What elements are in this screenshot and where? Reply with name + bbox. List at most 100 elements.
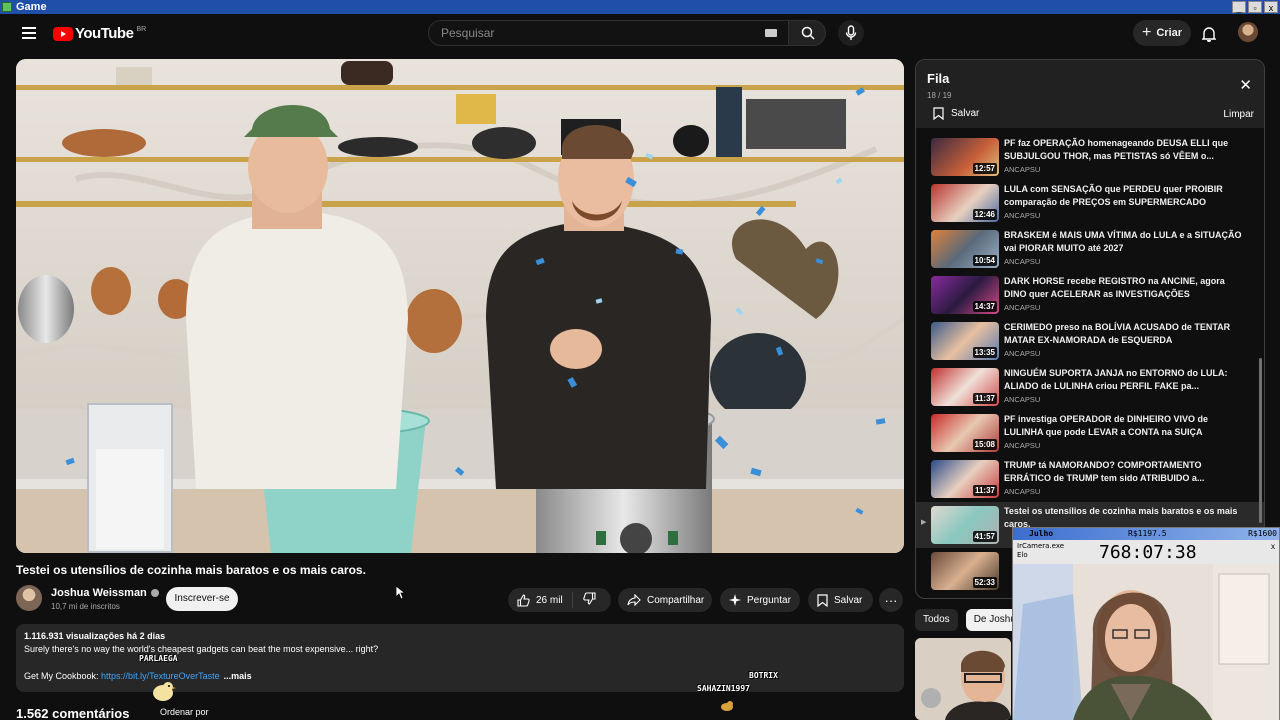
subscribe-button[interactable]: Inscrever-se: [166, 587, 238, 611]
now-playing-icon: ▶: [921, 519, 927, 526]
channel-avatar[interactable]: [16, 585, 42, 611]
queue-item-title: BRASKEM é MAIS UMA VÍTIMA do LULA e a SI…: [1004, 230, 1242, 253]
subscriber-count: 10,7 mi de inscritos: [51, 602, 120, 611]
queue-item-title: PF investiga OPERADOR de DINHEIRO VIVO d…: [1004, 414, 1209, 437]
bookmark-icon: [933, 107, 944, 120]
create-button[interactable]: + Criar: [1133, 20, 1191, 46]
queue-thumbnail: 52:33: [931, 552, 999, 590]
minimize-button[interactable]: _: [1232, 1, 1246, 13]
queue-duration: 14:37: [972, 301, 997, 312]
queue-item[interactable]: 12:46 LULA com SENSAÇÃO que PERDEU quer …: [916, 180, 1264, 226]
cookbook-prefix: Get My Cookbook:: [24, 671, 102, 681]
queue-item-channel: ANCAPSU: [1004, 487, 1041, 496]
more-actions-button[interactable]: ···: [879, 588, 903, 612]
menu-icon[interactable]: [22, 27, 36, 39]
sort-label: Ordenar por: [160, 707, 209, 717]
dislike-button[interactable]: [573, 592, 602, 608]
channel-name-text: Joshua Weissman: [51, 587, 147, 599]
queue-duration: 11:37: [972, 485, 997, 496]
search-icon: [801, 26, 815, 40]
queue-item-channel: ANCAPSU: [1004, 211, 1041, 220]
queue-item-title: LULA com SENSAÇÃO que PERDEU quer PROIBI…: [1004, 184, 1223, 207]
ask-button[interactable]: Perguntar: [720, 588, 800, 612]
queue-panel: Fila 18 / 19 ✕ Salvar Limpar 12:57 PF fa…: [915, 59, 1265, 599]
keyboard-icon[interactable]: [765, 29, 777, 37]
streamer-name: Julho: [1029, 529, 1054, 538]
youtube-logo[interactable]: YouTube BR: [53, 25, 146, 42]
queue-item[interactable]: 11:37 TRUMP tá NAMORANDO? COMPORTAMENTO …: [916, 456, 1264, 502]
queue-item-channel: ANCAPSU: [1004, 349, 1041, 358]
maximize-button[interactable]: ▫: [1248, 1, 1262, 13]
search-button[interactable]: [788, 20, 826, 46]
voice-search-button[interactable]: [838, 20, 864, 46]
chick-sprite-icon: [153, 682, 176, 701]
bookmark-icon: [817, 593, 828, 607]
share-icon: [627, 594, 641, 606]
logo-wordmark: YouTube: [75, 25, 134, 42]
queue-thumbnail: 12:57: [931, 138, 999, 176]
queue-item[interactable]: 12:57 PF faz OPERAÇÃO homenageando DEUSA…: [916, 134, 1264, 180]
close-window-button[interactable]: x: [1264, 1, 1278, 13]
queue-item-channel: ANCAPSU: [1004, 165, 1041, 174]
recommended-thumbnail[interactable]: [915, 638, 1011, 720]
queue-thumbnail: 11:37: [931, 460, 999, 498]
queue-duration: 13:35: [972, 347, 997, 358]
queue-duration: 15:08: [972, 439, 997, 450]
recommended-thumbnail-image: [915, 638, 1011, 720]
queue-duration: 11:37: [972, 393, 997, 404]
video-player[interactable]: [16, 59, 904, 553]
overlay-username-right-top: BOTRIX: [749, 671, 778, 680]
queue-duration: 41:57: [972, 531, 997, 542]
queue-save-label: Salvar: [951, 108, 980, 119]
queue-close-icon[interactable]: ✕: [1239, 76, 1252, 94]
region-code: BR: [136, 26, 147, 33]
search-box: [428, 20, 790, 46]
queue-thumbnail: 12:46: [931, 184, 999, 222]
queue-item[interactable]: 13:35 CERIMEDO preso na BOLÍVIA ACUSADO …: [916, 318, 1264, 364]
webcam-feed: [1013, 564, 1279, 720]
queue-thumbnail: 15:08: [931, 414, 999, 452]
plus-icon: +: [1142, 24, 1152, 41]
stream-stats-bar: Julho R$1197.5 R$1600: [1013, 528, 1279, 540]
overlay-username-right-bottom: SAHAZIN1997: [697, 684, 750, 693]
window-controls: _ ▫ x: [1232, 1, 1278, 13]
queue-duration: 10:54: [972, 255, 997, 266]
queue-clear-button[interactable]: Limpar: [1223, 109, 1254, 120]
share-button[interactable]: Compartilhar: [618, 588, 712, 612]
search-input[interactable]: [429, 21, 749, 45]
timer-sub-label: Elo: [1017, 551, 1028, 559]
bell-icon: [1201, 27, 1217, 42]
thumbs-up-icon: [517, 593, 530, 607]
save-button[interactable]: Salvar: [808, 588, 873, 612]
show-more-link[interactable]: ...mais: [224, 671, 252, 681]
like-button[interactable]: 26 mil: [508, 592, 573, 608]
stream-timer: 768:07:38: [1099, 542, 1197, 563]
queue-item-title: DARK HORSE recebe REGISTRO na ANCINE, ag…: [1004, 276, 1225, 299]
chip-all[interactable]: Todos: [915, 609, 958, 631]
notifications-button[interactable]: [1201, 26, 1217, 47]
queue-thumbnail: 13:35: [931, 322, 999, 360]
like-count: 26 mil: [536, 594, 563, 606]
queue-save-button[interactable]: Salvar: [933, 107, 979, 120]
webcam-image: [1013, 564, 1279, 720]
view-count: 1.116.931 visualizações há 2 dias: [24, 631, 166, 641]
queue-item[interactable]: 14:37 DARK HORSE recebe REGISTRO na ANCI…: [916, 272, 1264, 318]
queue-item[interactable]: 15:08 PF investiga OPERADOR de DINHEIRO …: [916, 410, 1264, 456]
queue-count: 18 / 19: [927, 91, 952, 100]
queue-thumbnail: 41:57: [931, 506, 999, 544]
queue-item-channel: ANCAPSU: [1004, 257, 1041, 266]
user-avatar[interactable]: [1238, 22, 1258, 42]
queue-item-title: TRUMP tá NAMORANDO? COMPORTAMENTO ERRÁTI…: [1004, 460, 1205, 483]
queue-item-title: PF faz OPERAÇÃO homenageando DEUSA ELLI …: [1004, 138, 1229, 161]
timer-close-icon[interactable]: x: [1271, 542, 1275, 551]
description-cookbook: Get My Cookbook: https://bit.ly/TextureO…: [24, 671, 252, 681]
queue-scrollbar[interactable]: [1259, 358, 1262, 523]
timer-app-name: IrCamera.exe: [1017, 542, 1065, 550]
app-icon: [2, 2, 12, 12]
channel-name[interactable]: Joshua Weissman: [51, 587, 159, 599]
ask-label: Perguntar: [747, 594, 791, 606]
queue-item[interactable]: 11:37 NINGUÉM SUPORTA JANJA no ENTORNO d…: [916, 364, 1264, 410]
queue-item-title: NINGUÉM SUPORTA JANJA no ENTORNO do LULA…: [1004, 368, 1228, 391]
sort-button[interactable]: Ordenar por: [160, 707, 209, 717]
queue-item[interactable]: 10:54 BRASKEM é MAIS UMA VÍTIMA do LULA …: [916, 226, 1264, 272]
